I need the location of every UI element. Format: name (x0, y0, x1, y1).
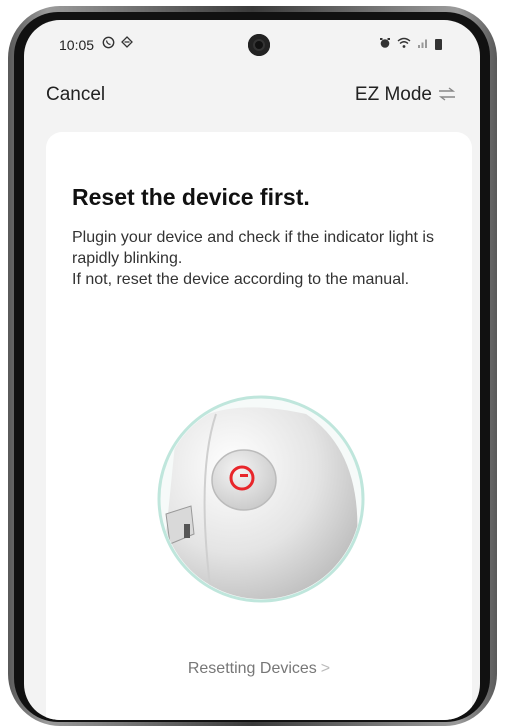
card-title: Reset the device first. (72, 184, 310, 210)
cancel-button[interactable]: Cancel (46, 84, 105, 106)
status-left-icons (102, 36, 133, 52)
reset-instructions-card: Reset the device first. Plugin your devi… (46, 132, 472, 720)
vpn-icon (121, 36, 133, 52)
battery-icon (435, 39, 442, 50)
ez-mode-button[interactable]: EZ Mode (355, 84, 456, 106)
alarm-icon (379, 37, 391, 52)
whatsapp-icon (102, 36, 115, 52)
swap-icon (438, 85, 456, 106)
screen: 10:05 Cancel EZ Mode Reset the device fi… (24, 20, 480, 720)
top-nav: Cancel EZ Mode (24, 80, 480, 110)
camera-punch-hole (248, 34, 270, 56)
chevron-right-icon: > (320, 660, 331, 677)
resetting-devices-label: Resetting Devices (187, 660, 317, 677)
status-right-icons (379, 37, 442, 52)
card-description: Plugin your device and check if the indi… (72, 229, 434, 288)
wifi-icon (397, 37, 411, 52)
device-reset-illustration (156, 394, 366, 604)
resetting-devices-link[interactable]: Resetting Devices > (46, 660, 472, 678)
signal-icon (417, 37, 429, 52)
status-time: 10:05 (59, 37, 95, 53)
status-bar: 10:05 (24, 20, 480, 70)
ez-mode-label: EZ Mode (354, 84, 432, 105)
